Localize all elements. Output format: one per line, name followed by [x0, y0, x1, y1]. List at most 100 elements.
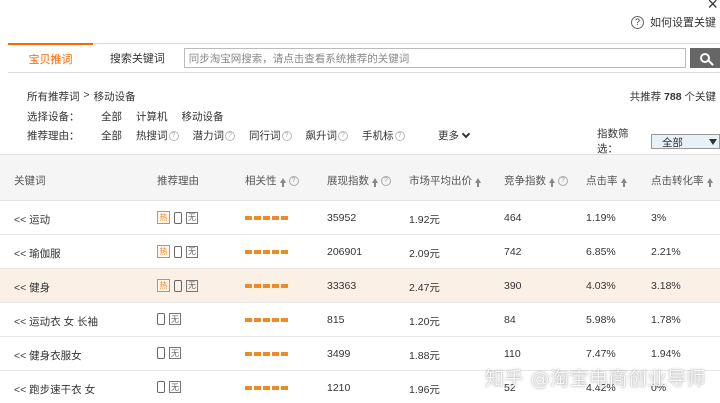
- reason-option-mobile[interactable]: 手机标?: [362, 128, 405, 143]
- impressions-cell: 33363: [327, 280, 357, 292]
- table-row[interactable]: << 运动热无 35952 1.92元 464 1.19% 3%: [0, 201, 720, 235]
- reason-option-rising[interactable]: 飙升词?: [305, 128, 348, 143]
- reason-tags: 无: [157, 381, 181, 393]
- help-icon: ?: [394, 130, 405, 141]
- ctr-cell: 4.03%: [586, 280, 616, 292]
- keyword-cell[interactable]: << 健身衣服女: [14, 348, 82, 363]
- keyword-cell[interactable]: << 健身: [14, 280, 50, 295]
- tag-box-icon: 无: [186, 279, 198, 292]
- table-row[interactable]: << 运动衣 女 长袖 无 815 1.20元 84 5.98% 1.78%: [0, 303, 720, 337]
- impressions-cell: 3499: [327, 348, 351, 360]
- column-impressions[interactable]: 展现指数?: [327, 173, 391, 188]
- relevance-bar-segment: [254, 216, 261, 220]
- relevance-bar-segment: [254, 352, 261, 356]
- help-icon: ?: [381, 175, 391, 186]
- device-option-computer[interactable]: 计算机: [136, 109, 168, 124]
- keyword-cell[interactable]: << 运动: [14, 212, 50, 227]
- sort-icon: [620, 178, 627, 187]
- reason-filter-label: 推荐理由：: [27, 130, 80, 142]
- ctr-cell: 1.19%: [586, 212, 616, 224]
- reason-option-hot[interactable]: 热搜词?: [136, 128, 179, 143]
- table-row[interactable]: << 瑜伽服热无 206901 2.09元 742 6.85% 2.21%: [0, 235, 720, 269]
- column-ctr[interactable]: 点击率: [586, 173, 627, 188]
- cvr-cell: 1.78%: [651, 314, 681, 326]
- help-link[interactable]: ? 如何设置关键: [631, 14, 716, 30]
- reason-tags: 无: [157, 347, 181, 359]
- index-filter-label: 指数筛选：: [597, 128, 629, 155]
- close-icon[interactable]: ×: [707, 0, 718, 15]
- breadcrumb: 所有推荐词 > 移动设备: [27, 89, 136, 104]
- column-cvr[interactable]: 点击转化率: [651, 173, 713, 188]
- reason-option-all[interactable]: 全部: [101, 128, 122, 143]
- tag-box-icon: 无: [169, 381, 181, 393]
- mobile-phone-icon: [157, 347, 165, 359]
- device-option-mobile[interactable]: 移动设备: [182, 109, 224, 124]
- index-filter-select[interactable]: 全部: [650, 133, 720, 149]
- tag-box-icon: 无: [186, 245, 198, 258]
- competition-cell: 742: [504, 246, 522, 258]
- column-relevance[interactable]: 相关性?: [245, 173, 299, 188]
- breadcrumb-root[interactable]: 所有推荐词: [27, 89, 80, 104]
- relevance-bar-segment: [281, 250, 288, 254]
- tag-box-icon: 无: [169, 347, 181, 359]
- relevance-bar-segment: [245, 284, 252, 288]
- relevance-bar-segment: [272, 318, 279, 322]
- breadcrumb-current: 移动设备: [93, 91, 136, 103]
- avg-bid-cell: 1.96元: [409, 384, 440, 396]
- help-icon: ?: [558, 175, 568, 186]
- more-filters-button[interactable]: 更多: [438, 128, 471, 143]
- reason-option-peer[interactable]: 同行词?: [249, 128, 292, 143]
- avg-bid-cell: 1.92元: [409, 214, 440, 226]
- column-label: 点击转化率: [651, 175, 704, 187]
- ctr-cell: 6.85%: [586, 246, 616, 258]
- relevance-bar: [245, 318, 288, 322]
- reason-tags: 热无: [157, 279, 198, 292]
- impressions-cell: 206901: [327, 246, 363, 258]
- column-label: 市场平均出价: [409, 175, 472, 187]
- relevance-bar: [245, 284, 288, 288]
- sort-icon: [549, 178, 555, 187]
- column-label: 点击率: [586, 175, 618, 187]
- search-input[interactable]: 同步淘宝网搜索，请点击查看系统推荐的关键词: [183, 48, 687, 68]
- relevance-bar-segment: [254, 318, 261, 322]
- column-reason: 推荐理由: [157, 173, 199, 188]
- device-option-all[interactable]: 全部: [101, 109, 122, 124]
- reason-tags: 热无: [157, 211, 198, 224]
- column-competition[interactable]: 竞争指数?: [504, 173, 568, 188]
- recommend-count-suffix: 个关键: [684, 91, 717, 103]
- relevance-bar-segment: [272, 250, 279, 254]
- column-avg-bid[interactable]: 市场平均出价: [409, 173, 481, 188]
- sort-icon: [475, 178, 481, 187]
- tag-box-icon: 无: [169, 313, 181, 325]
- relevance-bar-segment: [263, 250, 270, 254]
- question-icon: ?: [631, 15, 644, 29]
- relevance-bar-segment: [281, 284, 288, 288]
- competition-cell: 390: [504, 280, 522, 292]
- help-icon: ?: [281, 130, 292, 141]
- hot-tag-icon: 热: [157, 245, 170, 258]
- reason-option-potential[interactable]: 潜力词?: [193, 128, 235, 143]
- mobile-phone-icon: [157, 313, 165, 325]
- cvr-cell: 3%: [651, 212, 667, 224]
- keyword-cell[interactable]: << 跑步速干衣 女: [14, 382, 95, 397]
- relevance-bar-segment: [245, 318, 252, 322]
- tab-item-recommend[interactable]: 宝贝推词: [8, 43, 93, 72]
- table-row[interactable]: << 健身热无 33363 2.47元 390 4.03% 3.18%: [0, 269, 720, 303]
- relevance-bar-segment: [254, 250, 261, 254]
- tab-search-keywords[interactable]: 搜索关键词: [93, 44, 182, 72]
- competition-cell: 464: [504, 212, 522, 224]
- keyword-cell[interactable]: << 运动衣 女 长袖: [14, 314, 98, 329]
- reason-option-label: 全部: [101, 130, 122, 142]
- device-filter: 选择设备： 全部 计算机 移动设备: [27, 109, 238, 124]
- keyword-cell[interactable]: << 瑜伽服: [14, 246, 61, 261]
- impressions-cell: 1210: [327, 382, 351, 394]
- mobile-phone-icon: [174, 211, 182, 224]
- cvr-cell: 3.18%: [651, 280, 681, 292]
- relevance-bar-segment: [281, 352, 288, 356]
- relevance-bar: [245, 250, 288, 254]
- reason-option-label: 飙升词: [305, 130, 338, 142]
- relevance-bar-segment: [281, 318, 288, 322]
- search-button[interactable]: [690, 48, 720, 68]
- help-icon: ?: [288, 175, 299, 186]
- relevance-bar: [245, 386, 288, 390]
